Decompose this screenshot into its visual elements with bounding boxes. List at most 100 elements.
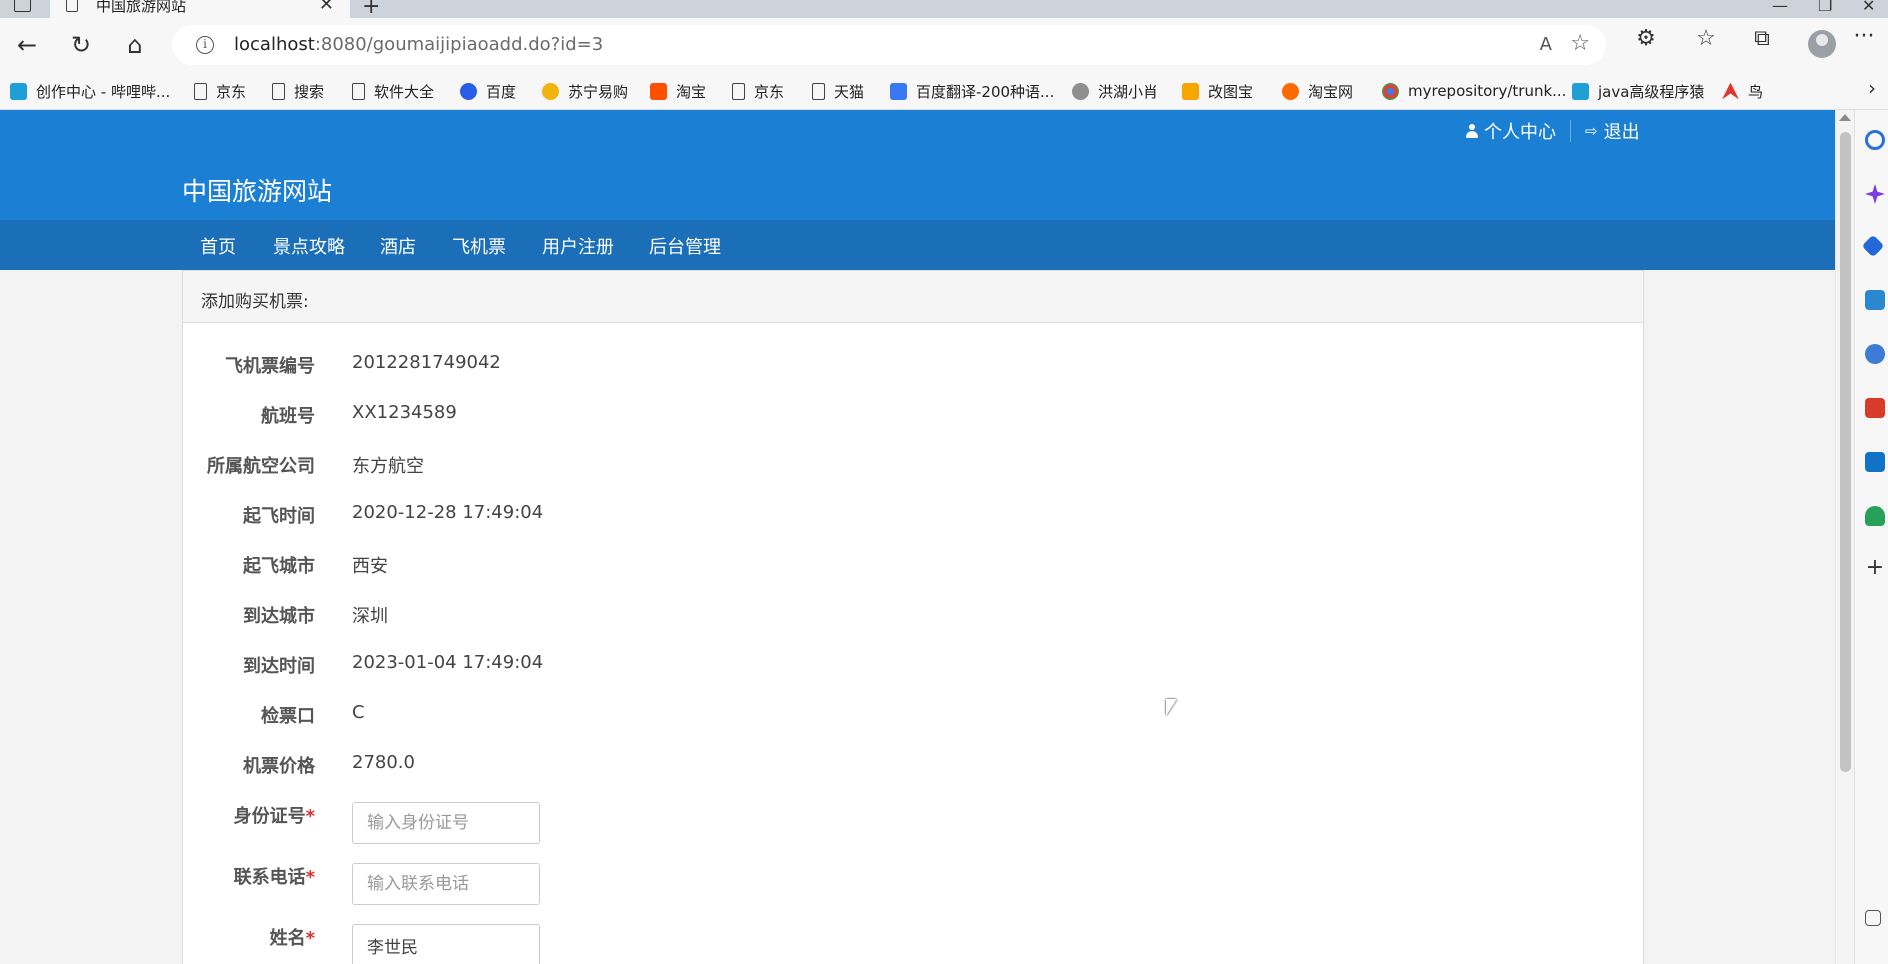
new-tab-icon[interactable]: + xyxy=(362,0,380,19)
chrome-icon xyxy=(1382,82,1399,100)
browser-tab[interactable]: 中国旅游网站 ✕ xyxy=(50,0,350,18)
logout-label: 退出 xyxy=(1603,122,1640,143)
bookmark-label: 京东 xyxy=(216,82,247,101)
bookmarks-more-icon[interactable]: › xyxy=(1868,76,1876,100)
url-host: localhost xyxy=(234,34,315,55)
favorites-icon[interactable]: ☆ xyxy=(1692,26,1720,51)
nav-register[interactable]: 用户注册 xyxy=(542,233,614,259)
outlook-icon[interactable] xyxy=(1865,452,1885,472)
departure-time-label: 起飞时间 xyxy=(243,506,315,527)
ticket-number-value: 2012281749042 xyxy=(352,352,501,373)
bookmark-item[interactable]: java高级程序猿 xyxy=(1572,78,1704,104)
nav-admin[interactable]: 后台管理 xyxy=(649,233,721,259)
bookmark-item[interactable]: 京东 xyxy=(732,78,784,104)
people-icon[interactable] xyxy=(1865,344,1885,364)
more-icon[interactable]: ··· xyxy=(1850,24,1878,49)
flight-number-label: 航班号 xyxy=(261,406,315,427)
arrival-time-value: 2023-01-04 17:49:04 xyxy=(352,652,544,673)
departure-time-value: 2020-12-28 17:49:04 xyxy=(352,502,544,523)
page-scrollbar[interactable] xyxy=(1835,110,1854,964)
info-icon[interactable]: i xyxy=(196,36,214,54)
phone-label-text: 联系电话 xyxy=(233,867,306,888)
profile-avatar[interactable] xyxy=(1808,30,1836,58)
user-center-link[interactable]: 个人中心 xyxy=(1466,118,1556,144)
page-viewport: 个人中心 ⇨ 退出 中国旅游网站 首页 景点攻略 酒店 飞机票 用户注册 后台管… xyxy=(0,110,1835,964)
shopping-icon[interactable] xyxy=(1861,234,1885,258)
back-arrow-icon[interactable]: ← xyxy=(12,30,42,60)
departure-city-value: 西安 xyxy=(352,556,388,577)
bookmark-item[interactable]: 苏宁易购 xyxy=(542,78,628,104)
name-input[interactable] xyxy=(352,924,540,964)
name-label-text: 姓名 xyxy=(269,928,306,949)
bookmark-item[interactable]: 淘宝 xyxy=(650,78,706,104)
bookmark-item[interactable]: 改图宝 xyxy=(1182,78,1253,104)
add-icon[interactable]: + xyxy=(1865,557,1885,579)
home-icon[interactable]: ⌂ xyxy=(120,30,150,60)
scroll-up-arrow-icon[interactable] xyxy=(1839,114,1851,121)
departure-city-label: 起飞城市 xyxy=(243,556,315,577)
divider xyxy=(1570,120,1571,142)
minimize-icon[interactable]: — xyxy=(1772,0,1788,15)
nav-hotel[interactable]: 酒店 xyxy=(380,233,416,259)
id-number-input[interactable] xyxy=(352,802,540,844)
bookmark-item[interactable]: myrepository/trunk... xyxy=(1382,78,1566,104)
bookmark-item[interactable]: 天猫 xyxy=(812,78,864,104)
copilot-icon[interactable] xyxy=(1865,184,1885,204)
site-title[interactable]: 中国旅游网站 xyxy=(182,172,332,208)
required-mark: * xyxy=(305,928,315,949)
nav-air-ticket[interactable]: 飞机票 xyxy=(452,233,506,259)
bookmark-item[interactable]: 京东 xyxy=(194,78,246,104)
page-icon xyxy=(66,0,78,12)
url-path: :8080/goumaijipiaoadd.do?id=3 xyxy=(314,34,604,55)
games-icon[interactable] xyxy=(1865,506,1885,526)
office-icon[interactable] xyxy=(1865,398,1885,418)
name-label: 姓名* xyxy=(183,924,315,950)
bookmark-item[interactable]: 鸟 xyxy=(1722,78,1763,104)
phone-input[interactable] xyxy=(352,863,540,905)
tools-icon[interactable] xyxy=(1865,290,1885,310)
id-number-label-text: 身份证号 xyxy=(233,806,306,827)
read-aloud-icon[interactable]: A xyxy=(1540,34,1552,55)
page-icon xyxy=(352,82,365,100)
bookmark-item[interactable]: 百度翻译-200种语... xyxy=(890,78,1054,104)
arrival-city-value: 深圳 xyxy=(352,606,388,627)
nav-attractions[interactable]: 景点攻略 xyxy=(273,233,345,259)
price-value: 2780.0 xyxy=(352,752,415,773)
search-icon[interactable] xyxy=(1865,130,1885,150)
url-text[interactable]: localhost:8080/goumaijipiaoadd.do?id=3 xyxy=(234,34,603,55)
gate-value: C xyxy=(352,702,365,723)
scrollbar-thumb[interactable] xyxy=(1840,132,1851,772)
bookmark-item[interactable]: 百度 xyxy=(460,78,516,104)
logout-icon: ⇨ xyxy=(1585,122,1598,140)
collections-icon[interactable]: ⧉ xyxy=(1748,26,1776,51)
bookmark-item[interactable]: 软件大全 xyxy=(352,78,434,104)
taobao-icon xyxy=(650,82,667,100)
arrival-city-label: 到达城市 xyxy=(243,606,315,627)
sidebar-toggle-icon[interactable] xyxy=(1865,910,1881,926)
bookmark-item[interactable]: 搜索 xyxy=(272,78,324,104)
bookmark-item[interactable]: 创作中心 - 哔哩哔... xyxy=(10,78,170,104)
address-bar[interactable]: i localhost:8080/goumaijipiaoadd.do?id=3… xyxy=(172,25,1606,65)
airline-label: 所属航空公司 xyxy=(207,456,315,477)
user-icon xyxy=(1466,124,1478,138)
bookmark-label: 洪湖小肖 xyxy=(1098,82,1159,101)
bookmark-label: myrepository/trunk... xyxy=(1408,82,1567,100)
required-mark: * xyxy=(305,806,315,827)
id-number-label: 身份证号* xyxy=(183,802,315,828)
refresh-icon[interactable]: ↻ xyxy=(66,30,96,60)
bookmark-item[interactable]: 洪湖小肖 xyxy=(1072,78,1158,104)
price-label: 机票价格 xyxy=(243,756,315,777)
bookmark-label: 鸟 xyxy=(1748,82,1764,101)
bookmark-item[interactable]: 淘宝网 xyxy=(1282,78,1353,104)
nav-home[interactable]: 首页 xyxy=(200,233,236,259)
add-favorite-icon[interactable]: ☆ xyxy=(1570,31,1590,56)
page-icon xyxy=(272,82,285,100)
logout-link[interactable]: ⇨ 退出 xyxy=(1585,118,1640,144)
maximize-icon[interactable]: ❐ xyxy=(1818,0,1832,15)
tab-close-icon[interactable]: ✕ xyxy=(319,0,334,15)
bookmark-label: 天猫 xyxy=(834,82,865,101)
extensions-icon[interactable]: ⚙ xyxy=(1632,26,1660,51)
close-window-icon[interactable]: ✕ xyxy=(1862,0,1875,15)
required-mark: * xyxy=(305,867,315,888)
tab-actions-icon[interactable] xyxy=(10,0,34,14)
